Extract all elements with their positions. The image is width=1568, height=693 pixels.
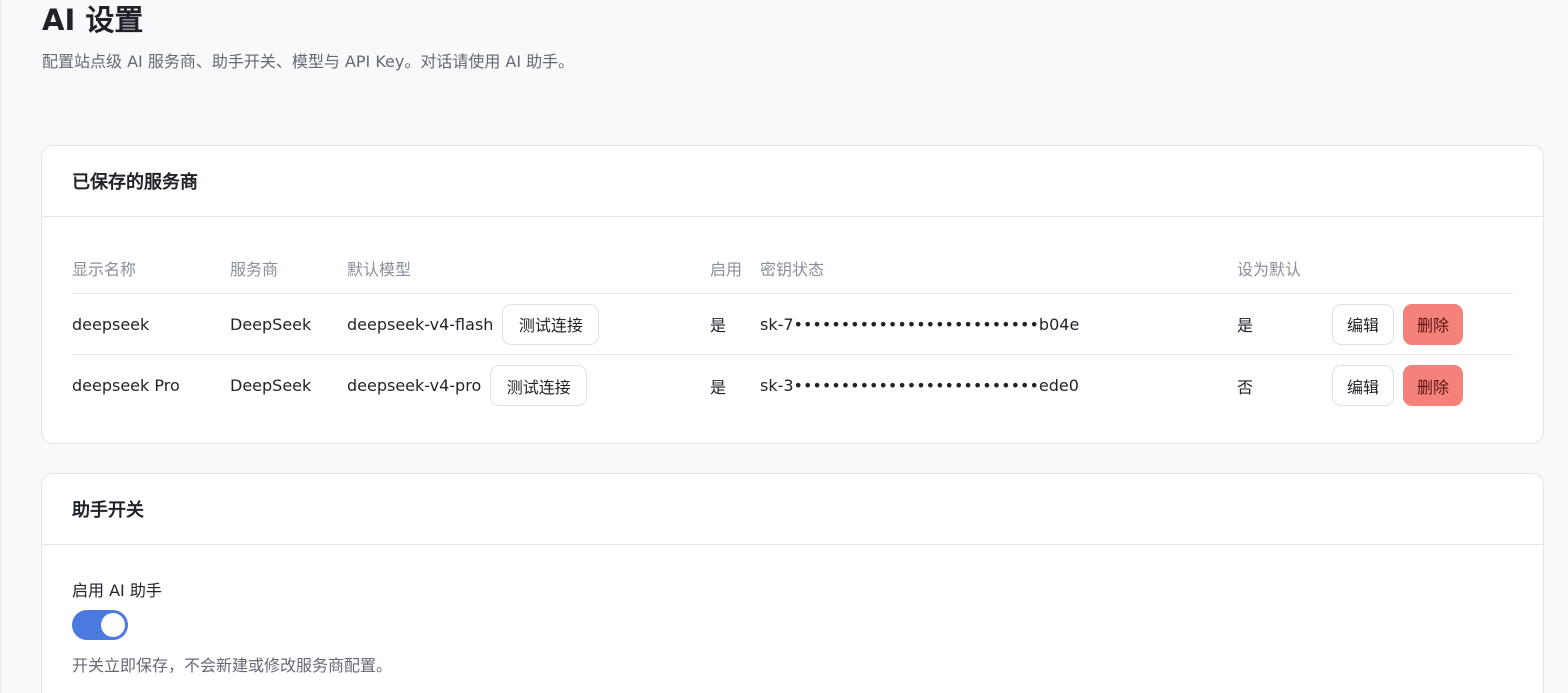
- provider-model-cell: deepseek-v4-pro 测试连接: [347, 355, 588, 416]
- page-description: 配置站点级 AI 服务商、助手开关、模型与 API Key。对话请使用 AI 助…: [42, 52, 575, 71]
- provider-key-status: sk-7••••••••••••••••••••••••••b04e: [760, 314, 1080, 334]
- toggle-knob: [101, 613, 125, 637]
- provider-key-status: sk-3••••••••••••••••••••••••••ede0: [760, 376, 1079, 395]
- provider-actions: 编辑 删除: [1332, 294, 1463, 354]
- column-header-vendor: 服务商: [230, 260, 279, 279]
- edit-button[interactable]: 编辑: [1332, 303, 1394, 345]
- delete-button[interactable]: 删除: [1403, 303, 1463, 345]
- provider-model: deepseek-v4-flash: [347, 314, 494, 334]
- assistant-toggle[interactable]: [72, 610, 128, 640]
- assistant-card-title: 助手开关: [72, 500, 144, 521]
- provider-vendor: DeepSeek: [230, 376, 312, 395]
- provider-vendor: DeepSeek: [230, 314, 312, 334]
- providers-table: 显示名称 服务商 默认模型 启用 密钥状态 设为默认 deepseek Deep…: [72, 246, 1513, 416]
- test-connection-button[interactable]: 测试连接: [490, 365, 588, 406]
- edit-button[interactable]: 编辑: [1332, 365, 1394, 406]
- providers-card: 已保存的服务商 显示名称 服务商 默认模型 启用 密钥状态 设为默认 deeps…: [41, 145, 1544, 444]
- provider-actions: 编辑 删除: [1332, 355, 1463, 416]
- assistant-card-header: 助手开关: [42, 474, 1543, 545]
- table-header-row: 显示名称 服务商 默认模型 启用 密钥状态 设为默认: [72, 246, 1513, 294]
- provider-name: deepseek: [72, 314, 150, 334]
- table-row: deepseek DeepSeek deepseek-v4-flash 测试连接…: [72, 294, 1513, 355]
- provider-model: deepseek-v4-pro: [347, 376, 482, 395]
- column-header-model: 默认模型: [347, 260, 412, 279]
- column-header-name: 显示名称: [72, 260, 137, 279]
- assistant-toggle-label: 启用 AI 助手: [72, 581, 162, 600]
- providers-card-header: 已保存的服务商: [42, 146, 1543, 217]
- provider-default: 否: [1237, 377, 1254, 397]
- column-header-default: 设为默认: [1237, 260, 1302, 279]
- provider-enabled: 是: [710, 377, 727, 397]
- provider-name: deepseek Pro: [72, 376, 180, 395]
- assistant-toggle-help: 开关立即保存，不会新建或修改服务商配置。: [72, 656, 393, 675]
- delete-button[interactable]: 删除: [1403, 365, 1463, 406]
- provider-model-cell: deepseek-v4-flash 测试连接: [347, 294, 600, 354]
- page-title: AI 设置: [42, 3, 144, 37]
- assistant-card: 助手开关 启用 AI 助手 开关立即保存，不会新建或修改服务商配置。: [41, 473, 1544, 693]
- column-header-key-status: 密钥状态: [760, 260, 825, 279]
- test-connection-button[interactable]: 测试连接: [502, 303, 600, 345]
- provider-default: 是: [1237, 316, 1254, 335]
- provider-enabled: 是: [710, 316, 727, 335]
- table-row: deepseek Pro DeepSeek deepseek-v4-pro 测试…: [72, 355, 1513, 416]
- column-header-enabled: 启用: [710, 260, 743, 279]
- providers-card-title: 已保存的服务商: [72, 172, 198, 193]
